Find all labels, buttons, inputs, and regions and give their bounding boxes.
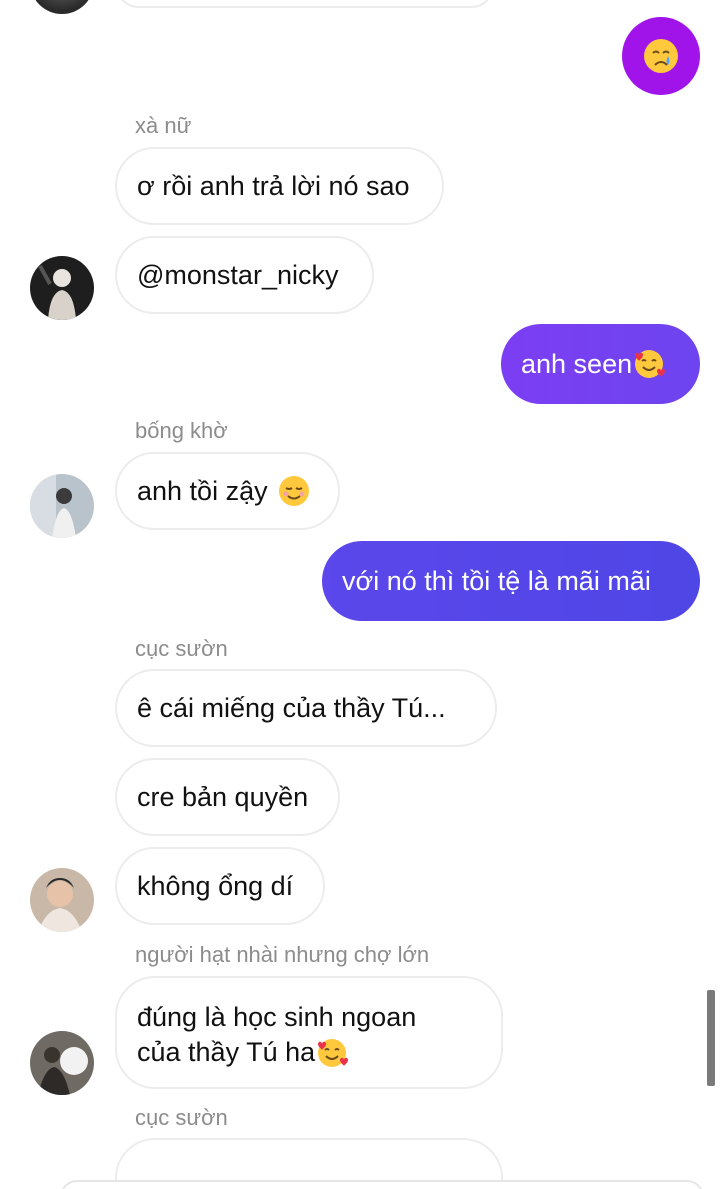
sender-name: xà nữ xyxy=(135,113,192,138)
chat-thread[interactable]: xà nữ ơ rồi anh trả lời nó sao @monstar_… xyxy=(0,0,720,1189)
scrollbar-thumb[interactable] xyxy=(707,990,715,1086)
message-bubble[interactable]: không ổng dí xyxy=(115,847,325,925)
outgoing-message-bubble[interactable]: anh seen xyxy=(501,324,700,404)
message-text: ơ rồi anh trả lời nó sao xyxy=(137,171,410,201)
message-bubble[interactable]: ơ rồi anh trả lời nó sao xyxy=(115,147,444,225)
message-text: đúng là học sinh ngoan của thầy Tú ha xyxy=(137,1000,416,1070)
message-bubble[interactable]: @monstar_nicky xyxy=(115,236,374,314)
message-text: cre bản quyền xyxy=(137,782,309,812)
reaction-bubble[interactable] xyxy=(622,17,700,95)
sender-name: bống khờ xyxy=(135,418,228,443)
message-composer[interactable] xyxy=(60,1180,704,1189)
smiling-face-icon xyxy=(278,476,309,506)
message-text: @monstar_nicky xyxy=(137,260,339,290)
avatar[interactable] xyxy=(30,1031,94,1095)
message-bubble[interactable]: đúng là học sinh ngoan của thầy Tú ha xyxy=(115,976,503,1089)
avatar[interactable] xyxy=(30,868,94,932)
message-text: không ổng dí xyxy=(137,871,294,901)
sender-name: người hạt nhài nhưng chợ lớn xyxy=(135,942,430,967)
sender-name: cục sườn xyxy=(135,1105,228,1130)
message-text: ê cái miếng của thầy Tú... xyxy=(137,693,446,723)
outgoing-message-bubble[interactable]: với nó thì tồi tệ là mãi mãi xyxy=(322,541,700,621)
avatar[interactable] xyxy=(30,0,94,14)
message-text: anh seen xyxy=(521,349,633,379)
sender-name: cục sườn xyxy=(135,636,228,661)
avatar[interactable] xyxy=(30,256,94,320)
message-bubble[interactable]: anh tồi zậy xyxy=(115,452,340,530)
smiling-face-with-hearts-icon xyxy=(318,1038,349,1067)
message-text: anh tồi zậy xyxy=(137,476,268,506)
message-text: với nó thì tồi tệ là mãi mãi xyxy=(342,566,651,596)
message-bubble[interactable]: cre bản quyền xyxy=(115,758,340,836)
avatar[interactable] xyxy=(30,474,94,538)
message-bubble[interactable]: ê cái miếng của thầy Tú... xyxy=(115,669,497,747)
crying-face-icon xyxy=(644,39,678,73)
message-bubble-partial[interactable] xyxy=(115,0,495,8)
smiling-face-with-hearts-icon xyxy=(635,350,666,378)
